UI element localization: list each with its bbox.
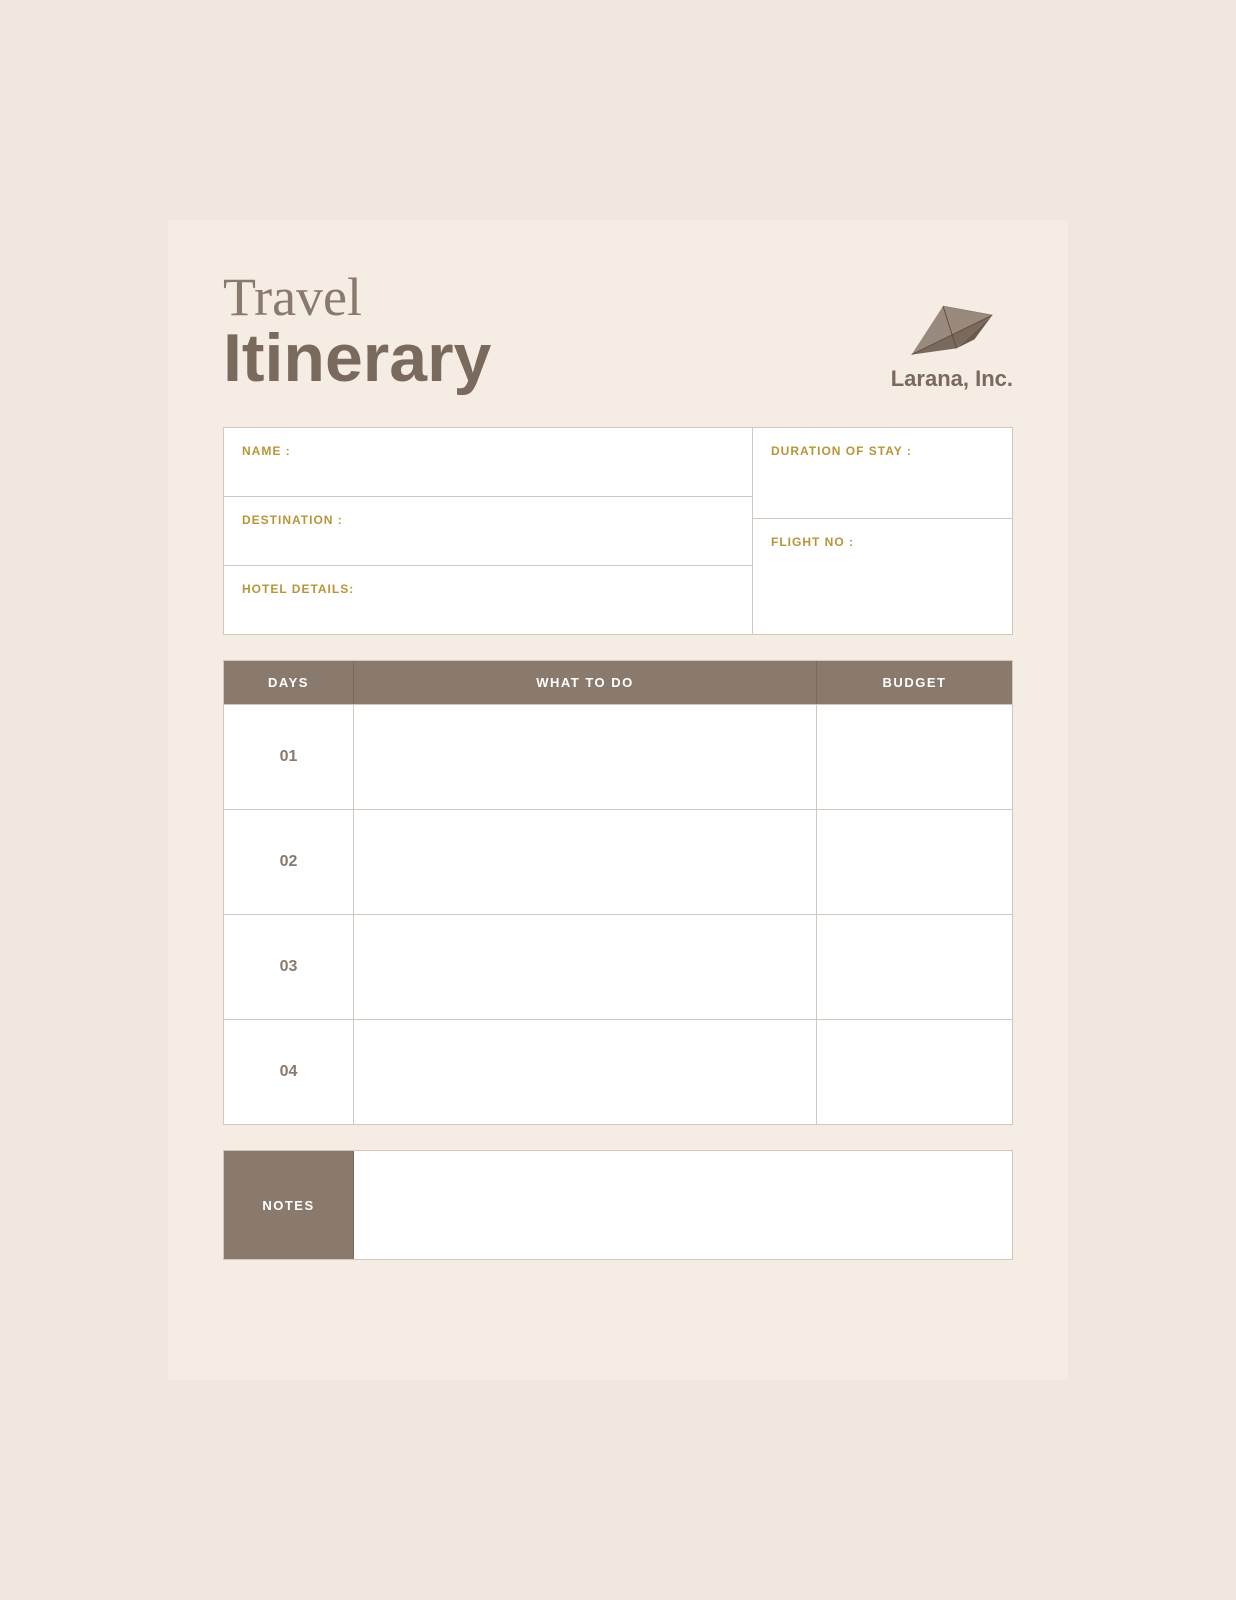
itinerary-table: DAYS WHAT TO DO BUDGET 01 02 03 04 — [223, 660, 1013, 1125]
what-03 — [354, 915, 817, 1019]
title-itinerary: Itinerary — [223, 324, 491, 392]
table-row: 02 — [224, 809, 1012, 914]
table-row: 03 — [224, 914, 1012, 1019]
budget-03 — [817, 915, 1012, 1019]
info-section: NAME : DESTINATION : HOTEL DETAILS: DURA… — [223, 427, 1013, 635]
hotel-field: HOTEL DETAILS: — [224, 566, 752, 634]
table-header: DAYS WHAT TO DO BUDGET — [224, 661, 1012, 704]
flight-field: FLIGHT NO : — [753, 519, 1012, 634]
duration-field: DURATION OF STAY : — [753, 428, 1012, 519]
hotel-label: HOTEL DETAILS: — [242, 582, 354, 596]
destination-field: DESTINATION : — [224, 497, 752, 566]
day-02: 02 — [224, 810, 354, 914]
name-field: NAME : — [224, 428, 752, 497]
day-04: 04 — [224, 1020, 354, 1124]
col-budget: BUDGET — [817, 661, 1012, 704]
page: Travel Itinerary Larana, Inc. NAME : — [168, 220, 1068, 1380]
budget-04 — [817, 1020, 1012, 1124]
col-what: WHAT TO DO — [354, 661, 817, 704]
col-days: DAYS — [224, 661, 354, 704]
company-name: Larana, Inc. — [891, 366, 1013, 392]
day-03: 03 — [224, 915, 354, 1019]
what-02 — [354, 810, 817, 914]
duration-label: DURATION OF STAY : — [771, 444, 912, 458]
budget-01 — [817, 705, 1012, 809]
info-left: NAME : DESTINATION : HOTEL DETAILS: — [224, 428, 752, 634]
budget-02 — [817, 810, 1012, 914]
what-04 — [354, 1020, 817, 1124]
info-right: DURATION OF STAY : FLIGHT NO : — [752, 428, 1012, 634]
notes-section: NOTES — [223, 1150, 1013, 1260]
destination-label: DESTINATION : — [242, 513, 343, 527]
name-label: NAME : — [242, 444, 291, 458]
table-row: 01 — [224, 704, 1012, 809]
title-block: Travel Itinerary — [223, 270, 491, 392]
day-01: 01 — [224, 705, 354, 809]
what-01 — [354, 705, 817, 809]
flight-label: FLIGHT NO : — [771, 535, 854, 549]
notes-label-block: NOTES — [224, 1151, 354, 1259]
title-travel: Travel — [223, 270, 491, 324]
paper-plane-icon — [907, 290, 997, 360]
notes-content — [354, 1151, 1012, 1259]
table-row: 04 — [224, 1019, 1012, 1124]
notes-label: NOTES — [262, 1198, 314, 1213]
logo-block: Larana, Inc. — [891, 290, 1013, 392]
header: Travel Itinerary Larana, Inc. — [223, 270, 1013, 392]
